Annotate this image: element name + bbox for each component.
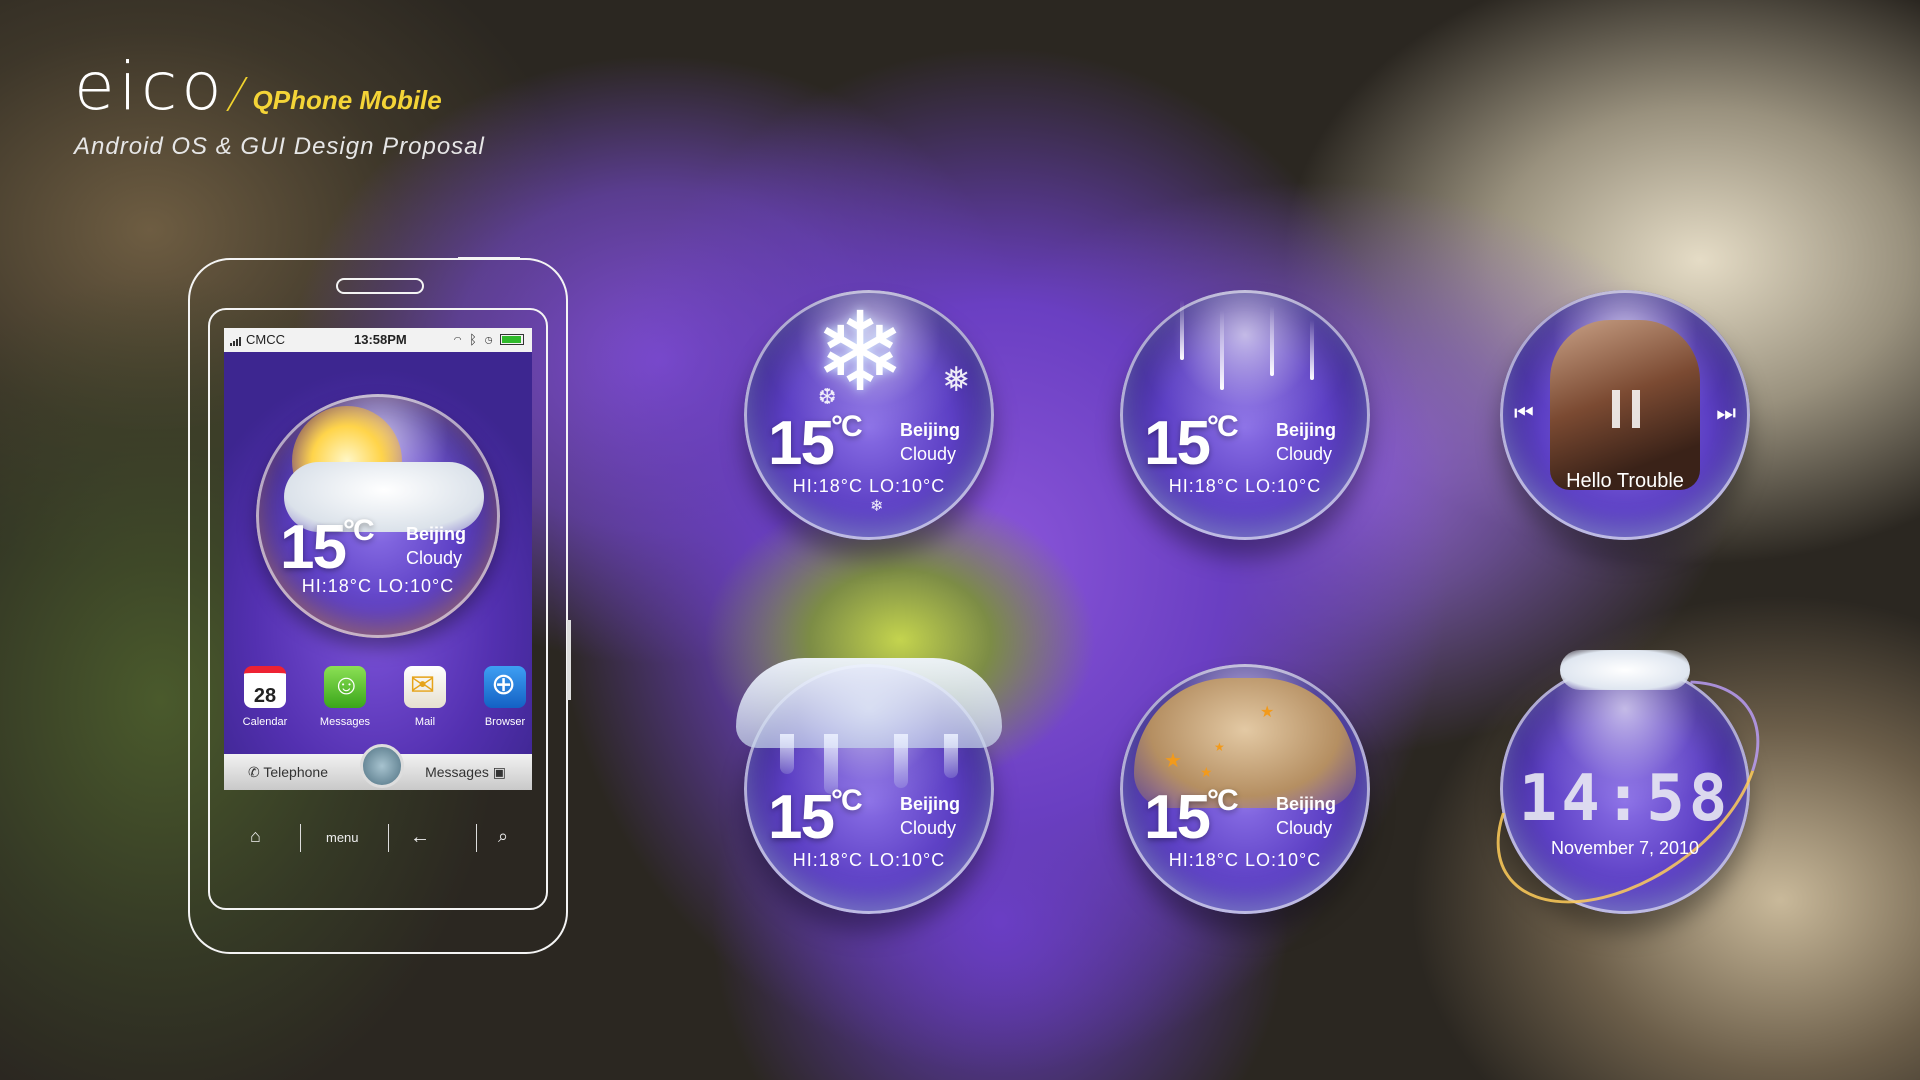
phone-weather-widget[interactable]: 15°C Beijing Cloudy HI:18°C LO:10°C <box>256 394 500 638</box>
search-icon[interactable]: ⌕ <box>498 826 508 847</box>
condition-label: Cloudy <box>900 444 957 464</box>
previous-track-icon[interactable]: ⏮ <box>1514 400 1534 426</box>
leaf-icon: ★ <box>1214 740 1225 754</box>
brand-header: eico QPhone Mobile Android OS & GUI Desi… <box>74 48 485 161</box>
weather-widget-sandstorm[interactable]: ★ ★ ★ ★ 15°C Beijing Cloudy HI:18°C LO:1… <box>1120 664 1370 914</box>
temperature: 15°C <box>1144 783 1239 852</box>
brand-divider <box>226 77 248 111</box>
temperature: 15°C <box>280 513 375 582</box>
app-label: Calendar <box>242 716 288 728</box>
pause-icon[interactable] <box>1610 390 1642 428</box>
leaf-icon: ★ <box>1200 764 1213 780</box>
snowflake-icon: ❆ <box>818 384 837 409</box>
hi-lo-label: HI:18°C LO:10°C <box>792 476 946 496</box>
raindrop-icon <box>1220 310 1224 390</box>
phone-mockup: CMCC 13:58PM ◠ ᛒ ◷ 15°C Beijing Cloudy H… <box>188 257 571 954</box>
app-messages[interactable]: Messages <box>310 666 380 728</box>
messages-icon <box>324 666 366 708</box>
condition-label: Cloudy <box>406 548 463 568</box>
weather-widget-snow[interactable]: ❄ ❅ ❆ ❄ 15°C Beijing Cloudy HI:18°C LO:1… <box>744 290 994 540</box>
bluetooth-icon: ᛒ <box>469 332 479 347</box>
phone-icon: ✆ <box>248 764 260 780</box>
phone-screen-frame: CMCC 13:58PM ◠ ᛒ ◷ 15°C Beijing Cloudy H… <box>208 308 548 910</box>
condition-label: Cloudy <box>1276 818 1333 838</box>
volume-button[interactable] <box>567 620 571 700</box>
condition-label: Cloudy <box>1276 444 1333 464</box>
app-mail[interactable]: Mail <box>390 666 460 728</box>
temperature: 15°C <box>1144 409 1239 478</box>
app-row: 28 Calendar Messages Mail Browser <box>224 666 532 736</box>
raindrop-icon <box>1180 300 1184 360</box>
icicle <box>780 734 794 774</box>
music-player-widget[interactable]: ⏮ ⏭ Hello Trouble <box>1500 290 1750 540</box>
city-label: Beijing <box>900 794 961 814</box>
city-label: Beijing <box>406 524 467 544</box>
hi-lo-label: HI:18°C LO:10°C <box>1168 476 1322 496</box>
track-title: Hello Trouble <box>1566 470 1684 492</box>
dock-telephone[interactable]: ✆ Telephone <box>248 764 328 781</box>
clock-date: November 7, 2010 <box>1550 838 1700 858</box>
browser-icon <box>484 666 526 708</box>
cloud-icon <box>1560 650 1690 690</box>
calendar-icon: 28 <box>244 666 286 708</box>
hi-lo-label: HI:18°C LO:10°C <box>301 576 455 596</box>
signal-icon <box>230 334 242 349</box>
next-track-icon[interactable]: ⏭ <box>1716 400 1736 426</box>
phone-dock: ✆ Telephone Messages ▣ <box>224 744 532 790</box>
icicle <box>944 734 958 778</box>
city-label: Beijing <box>900 420 961 440</box>
app-drawer-button[interactable] <box>360 744 404 788</box>
app-label: Mail <box>414 716 436 728</box>
battery-icon <box>500 334 524 345</box>
home-icon[interactable]: ⌂ <box>250 826 261 847</box>
alarm-icon: ◷ <box>484 332 495 347</box>
status-bar: CMCC 13:58PM ◠ ᛒ ◷ <box>224 328 532 352</box>
snowflake-icon: ❄ <box>870 498 884 515</box>
carrier-label: CMCC <box>246 332 285 347</box>
back-icon[interactable]: ← <box>410 826 430 849</box>
phone-nav-bar: ⌂ menu ← ⌕ <box>210 818 546 858</box>
chat-icon: ▣ <box>492 764 506 780</box>
menu-button[interactable]: menu <box>326 830 359 845</box>
weather-widget-ice[interactable]: 15°C Beijing Cloudy HI:18°C LO:10°C <box>736 658 1002 914</box>
phone-screen: CMCC 13:58PM ◠ ᛒ ◷ 15°C Beijing Cloudy H… <box>224 328 532 790</box>
earpiece <box>336 278 424 294</box>
leaf-icon: ★ <box>1164 750 1182 772</box>
power-button[interactable] <box>458 257 520 260</box>
snowflake-icon: ❅ <box>942 361 971 399</box>
nav-divider <box>300 824 301 852</box>
app-label: Messages <box>319 716 371 728</box>
raindrop-icon <box>1310 320 1314 380</box>
clock-widget[interactable]: 14:58 November 7, 2010 <box>1456 635 1800 949</box>
app-browser[interactable]: Browser <box>470 666 532 728</box>
condition-label: Cloudy <box>900 818 957 838</box>
leaf-icon: ★ <box>1260 704 1275 721</box>
tagline: Android OS & GUI Design Proposal <box>74 133 485 160</box>
weather-widget-rain[interactable]: 15°C Beijing Cloudy HI:18°C LO:10°C <box>1120 290 1370 540</box>
status-time: 13:58PM <box>354 332 407 347</box>
hi-lo-label: HI:18°C LO:10°C <box>1168 850 1322 870</box>
dock-messages[interactable]: Messages ▣ <box>425 764 506 781</box>
brand-logo: eico <box>74 48 226 125</box>
status-icons: ◠ ᛒ ◷ <box>454 332 524 347</box>
ice-cap <box>736 658 1002 748</box>
hi-lo-label: HI:18°C LO:10°C <box>792 850 946 870</box>
icicle <box>894 734 908 788</box>
app-calendar[interactable]: 28 Calendar <box>230 666 300 728</box>
temperature: 15°C <box>768 409 863 478</box>
raindrop-icon <box>1270 306 1274 376</box>
city-label: Beijing <box>1276 794 1337 814</box>
wifi-icon: ◠ <box>453 332 464 347</box>
product-name: QPhone Mobile <box>252 85 442 115</box>
mail-icon <box>404 666 446 708</box>
nav-divider <box>388 824 389 852</box>
clock-time: 14:58 <box>1518 762 1732 836</box>
nav-divider <box>476 824 477 852</box>
temperature: 15°C <box>768 783 863 852</box>
app-label: Browser <box>484 716 526 728</box>
city-label: Beijing <box>1276 420 1337 440</box>
